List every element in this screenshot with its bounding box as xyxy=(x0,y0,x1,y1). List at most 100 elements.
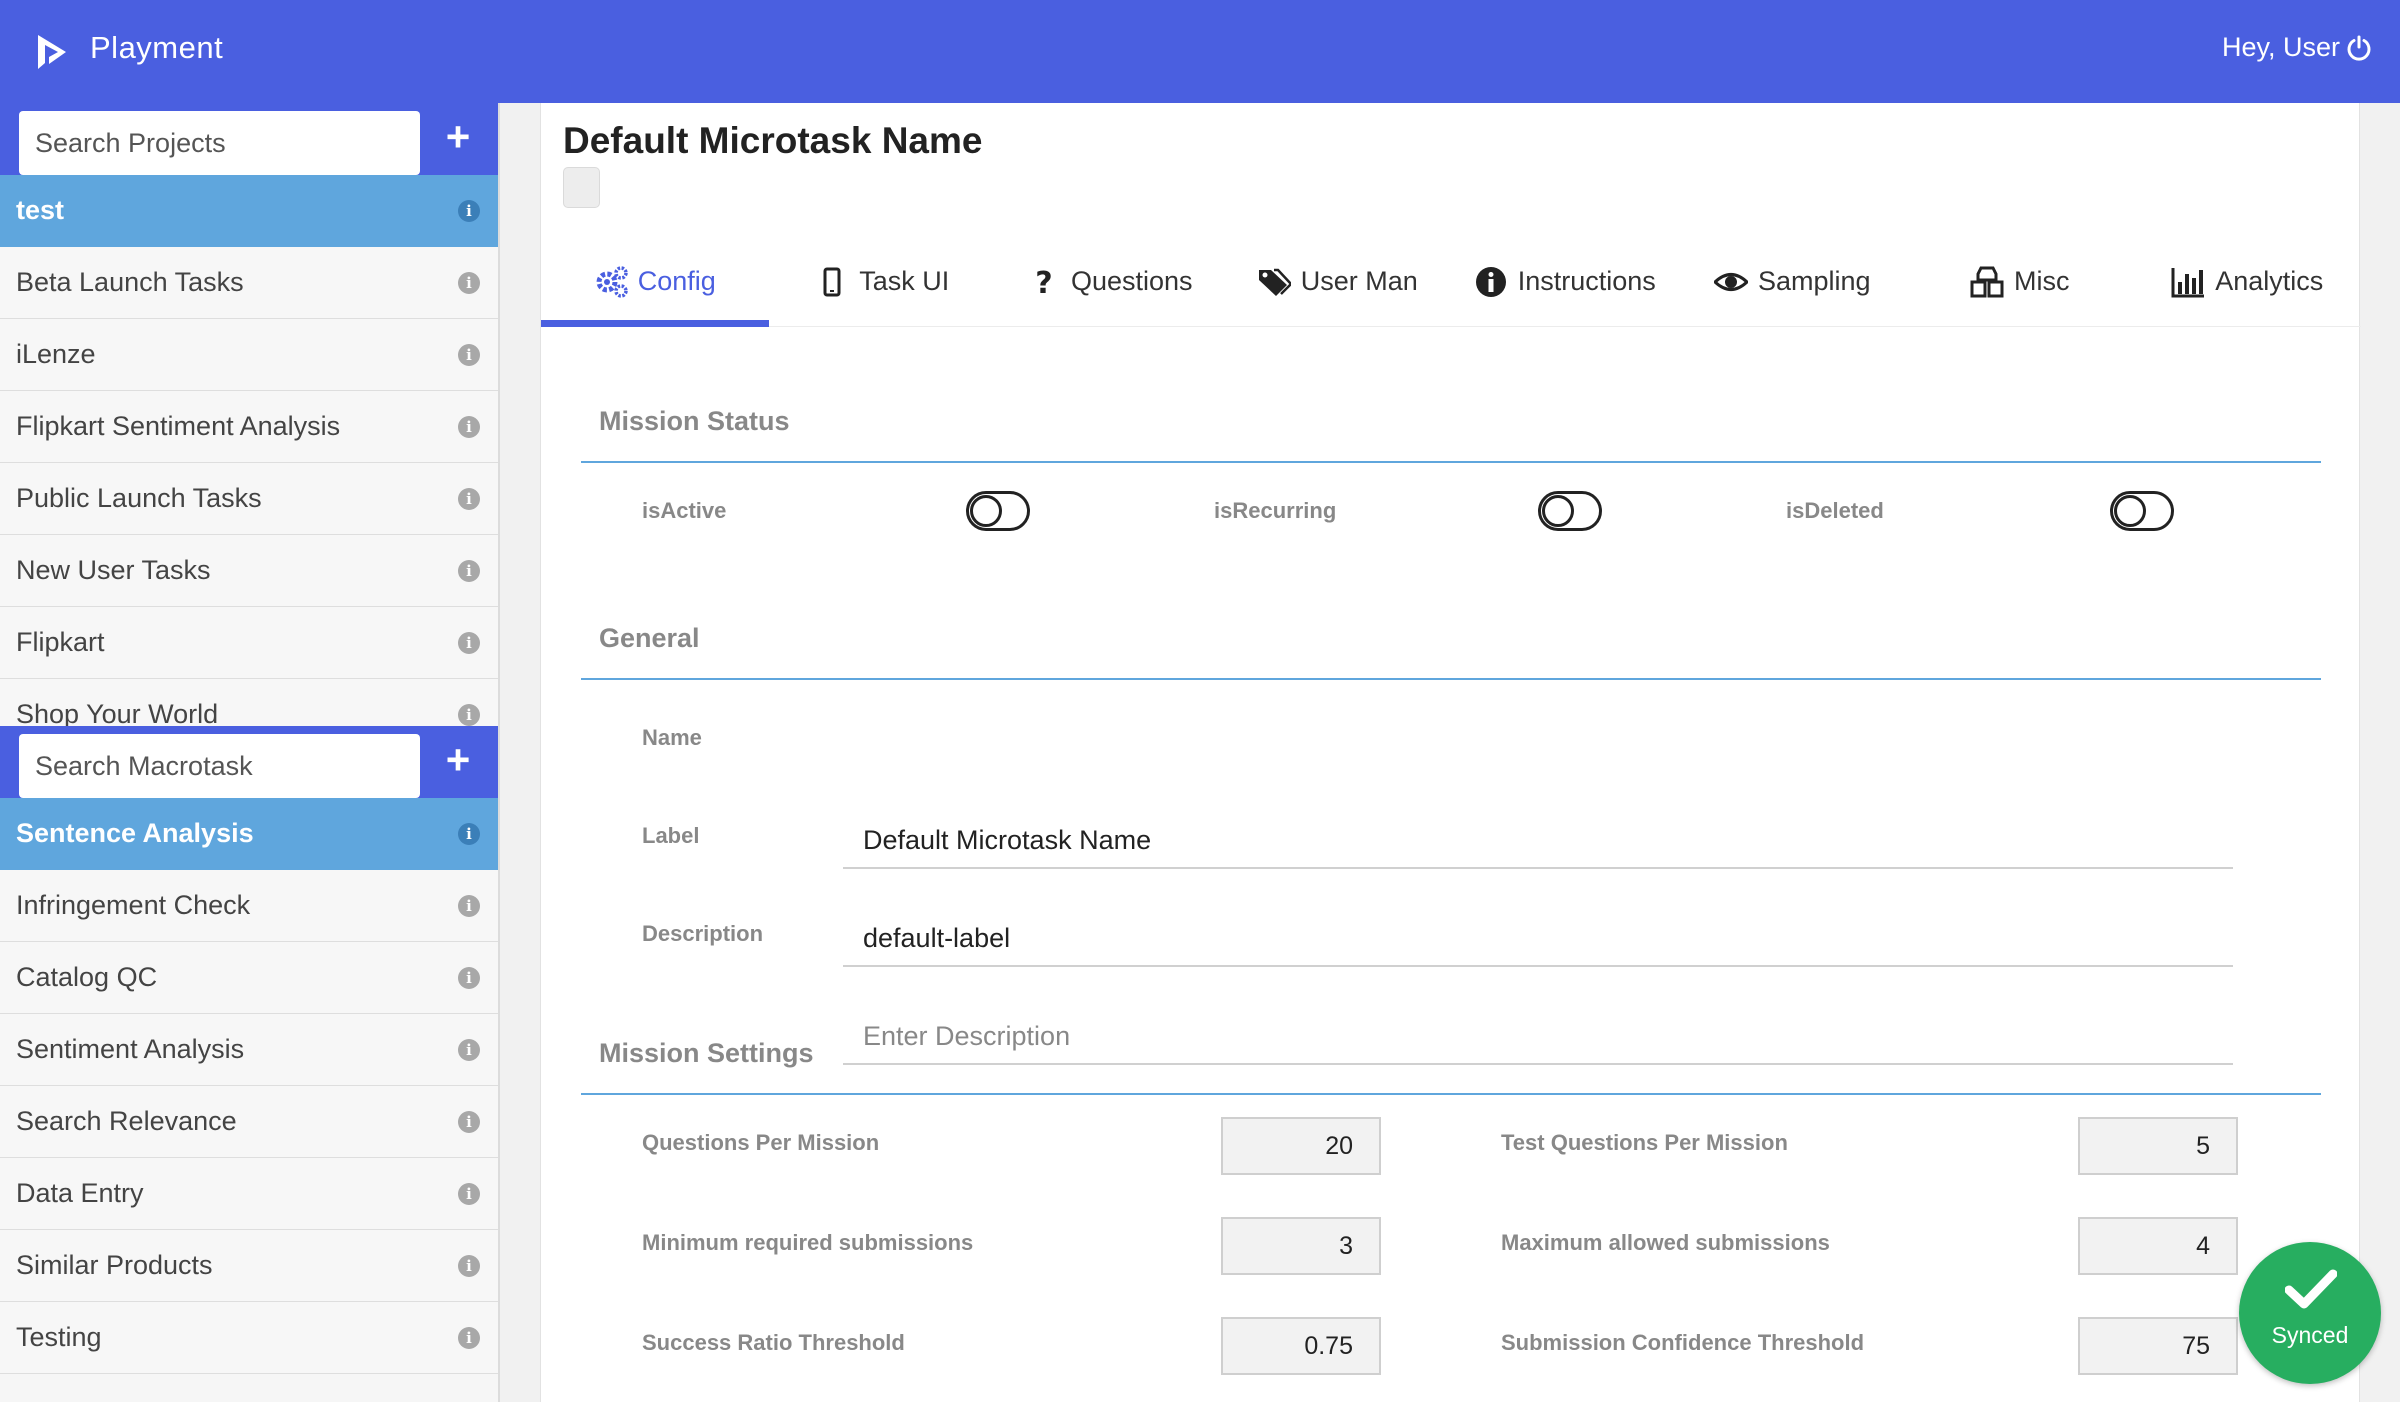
info-icon[interactable]: i xyxy=(458,1255,480,1277)
mission-settings-heading: Mission Settings xyxy=(599,1038,814,1068)
microtask-panel: Default Microtask Name Config Task UI ? … xyxy=(540,103,2362,1402)
eye-icon xyxy=(1713,272,1748,291)
info-icon[interactable]: i xyxy=(458,1111,480,1133)
macrotask-item-sentence-analysis[interactable]: Sentence Analysis i xyxy=(0,798,498,870)
svg-text:?: ? xyxy=(1035,266,1052,299)
tab-config[interactable]: Config xyxy=(541,237,769,327)
bar-chart-icon xyxy=(2171,267,2205,297)
page-title: Default Microtask Name xyxy=(563,120,983,161)
min-required-submissions-input[interactable]: 3 xyxy=(1221,1217,1381,1275)
test-questions-per-mission-label: Test Questions Per Mission xyxy=(1501,1130,1788,1155)
projects-list: test i Beta Launch Tasks i iLenze i Flipkar… xyxy=(0,175,498,751)
tab-label: Sampling xyxy=(1757,266,1871,296)
list-item-label: Beta Launch Tasks xyxy=(16,267,244,297)
name-field[interactable]: Default Microtask Name xyxy=(843,813,2233,869)
macrotask-item-catalog-qc[interactable]: Catalog QC i xyxy=(0,942,498,1014)
search-macrotask-input[interactable] xyxy=(19,734,420,798)
synced-status-button[interactable]: Synced xyxy=(2239,1242,2381,1384)
macrotask-item-sentiment-analysis[interactable]: Sentiment Analysis i xyxy=(0,1014,498,1086)
label-field[interactable]: default-label xyxy=(843,911,2233,967)
questions-per-mission-input[interactable]: 20 xyxy=(1221,1117,1381,1175)
description-field[interactable]: Enter Description xyxy=(843,1009,2233,1065)
macrotask-item-testing[interactable]: Testing i xyxy=(0,1302,498,1374)
is-deleted-label: isDeleted xyxy=(1786,498,1884,523)
project-item-test[interactable]: test i xyxy=(0,175,498,247)
section-divider xyxy=(581,1093,2321,1095)
list-item-label: Similar Products xyxy=(16,1250,213,1280)
info-icon[interactable]: i xyxy=(458,272,480,294)
list-item-label: Data Entry xyxy=(16,1178,144,1208)
title-edit-chip[interactable] xyxy=(563,167,600,208)
description-label: Description xyxy=(642,921,764,946)
tab-analytics[interactable]: Analytics xyxy=(2134,237,2362,326)
info-icon[interactable]: i xyxy=(458,704,480,726)
info-icon[interactable]: i xyxy=(458,632,480,654)
info-icon[interactable]: i xyxy=(458,1039,480,1061)
tab-sampling[interactable]: Sampling xyxy=(1679,237,1907,326)
max-allowed-submissions-input[interactable]: 4 xyxy=(2078,1217,2238,1275)
playment-logo-icon[interactable] xyxy=(32,31,72,73)
synced-label: Synced xyxy=(2271,1322,2349,1348)
section-divider xyxy=(581,461,2321,463)
test-questions-per-mission-input[interactable]: 5 xyxy=(2078,1117,2238,1175)
project-item-public-launch-tasks[interactable]: Public Launch Tasks i xyxy=(0,463,498,535)
brand-name[interactable]: Playment xyxy=(90,30,223,66)
info-icon[interactable]: i xyxy=(458,344,480,366)
macrotask-item-search-relevance[interactable]: Search Relevance i xyxy=(0,1086,498,1158)
info-icon[interactable]: i xyxy=(458,967,480,989)
macrotask-item-data-entry[interactable]: Data Entry i xyxy=(0,1158,498,1230)
list-item-label: Flipkart xyxy=(16,627,105,657)
tab-label: Config xyxy=(637,266,716,296)
tab-instructions[interactable]: Instructions xyxy=(1451,237,1679,326)
list-item-label: test xyxy=(16,195,65,225)
projects-search-bar: + xyxy=(0,103,498,175)
info-icon[interactable]: i xyxy=(458,200,480,222)
info-icon[interactable]: i xyxy=(458,416,480,438)
checkmark-icon xyxy=(2285,1269,2337,1309)
info-icon[interactable]: i xyxy=(458,488,480,510)
user-greeting[interactable]: Hey, User xyxy=(2222,32,2372,63)
is-active-toggle[interactable] xyxy=(966,491,1030,531)
macrotask-item-infringement-check[interactable]: Infringement Check i xyxy=(0,870,498,942)
list-item-label: Public Launch Tasks xyxy=(16,483,262,513)
list-item-label: New User Tasks xyxy=(16,555,211,585)
is-deleted-toggle[interactable] xyxy=(2110,491,2174,531)
sidebar: + test i Beta Launch Tasks i iLenze i Flipk… xyxy=(0,103,500,1402)
info-icon[interactable]: i xyxy=(458,823,480,845)
project-item-ilenze[interactable]: iLenze i xyxy=(0,319,498,391)
macrotask-list: Sentence Analysis i Infringement Check i C… xyxy=(0,798,498,1374)
label-label: Label xyxy=(642,823,700,848)
tab-task-ui[interactable]: Task UI xyxy=(769,237,997,326)
power-icon[interactable] xyxy=(2346,35,2372,61)
tab-misc[interactable]: Misc xyxy=(1906,237,2134,326)
max-allowed-submissions-label: Maximum allowed submissions xyxy=(1501,1230,1830,1255)
list-item-label: Sentiment Analysis xyxy=(16,1034,245,1064)
tab-user-man[interactable]: User Man xyxy=(1224,237,1452,326)
top-bar: Playment Hey, User xyxy=(0,0,2400,103)
is-active-label: isActive xyxy=(642,498,727,523)
is-recurring-toggle[interactable] xyxy=(1538,491,1602,531)
project-item-beta-launch-tasks[interactable]: Beta Launch Tasks i xyxy=(0,247,498,319)
tab-questions[interactable]: ? Questions xyxy=(996,237,1224,326)
list-item-label: Sentence Analysis xyxy=(16,818,254,848)
tab-label: Instructions xyxy=(1517,266,1656,296)
mobile-icon xyxy=(823,267,841,296)
info-icon[interactable]: i xyxy=(458,1183,480,1205)
search-projects-input[interactable] xyxy=(19,111,420,175)
list-item-label: Flipkart Sentiment Analysis xyxy=(16,411,341,441)
info-icon[interactable]: i xyxy=(458,560,480,582)
info-icon[interactable]: i xyxy=(458,1327,480,1349)
project-item-new-user-tasks[interactable]: New User Tasks i xyxy=(0,535,498,607)
project-item-flipkart[interactable]: Flipkart i xyxy=(0,607,498,679)
success-ratio-threshold-label: Success Ratio Threshold xyxy=(642,1330,905,1355)
add-macrotask-button[interactable]: + xyxy=(438,739,478,781)
cubes-icon xyxy=(1970,266,2004,297)
list-item-label: Testing xyxy=(16,1322,102,1352)
add-project-button[interactable]: + xyxy=(438,116,478,158)
project-item-flipkart-sentiment-analysis[interactable]: Flipkart Sentiment Analysis i xyxy=(0,391,498,463)
success-ratio-threshold-input[interactable]: 0.75 xyxy=(1221,1317,1381,1375)
submission-confidence-threshold-input[interactable]: 75 xyxy=(2078,1317,2238,1375)
info-icon[interactable]: i xyxy=(458,895,480,917)
macrotask-item-similar-products[interactable]: Similar Products i xyxy=(0,1230,498,1302)
gears-icon xyxy=(596,265,628,298)
